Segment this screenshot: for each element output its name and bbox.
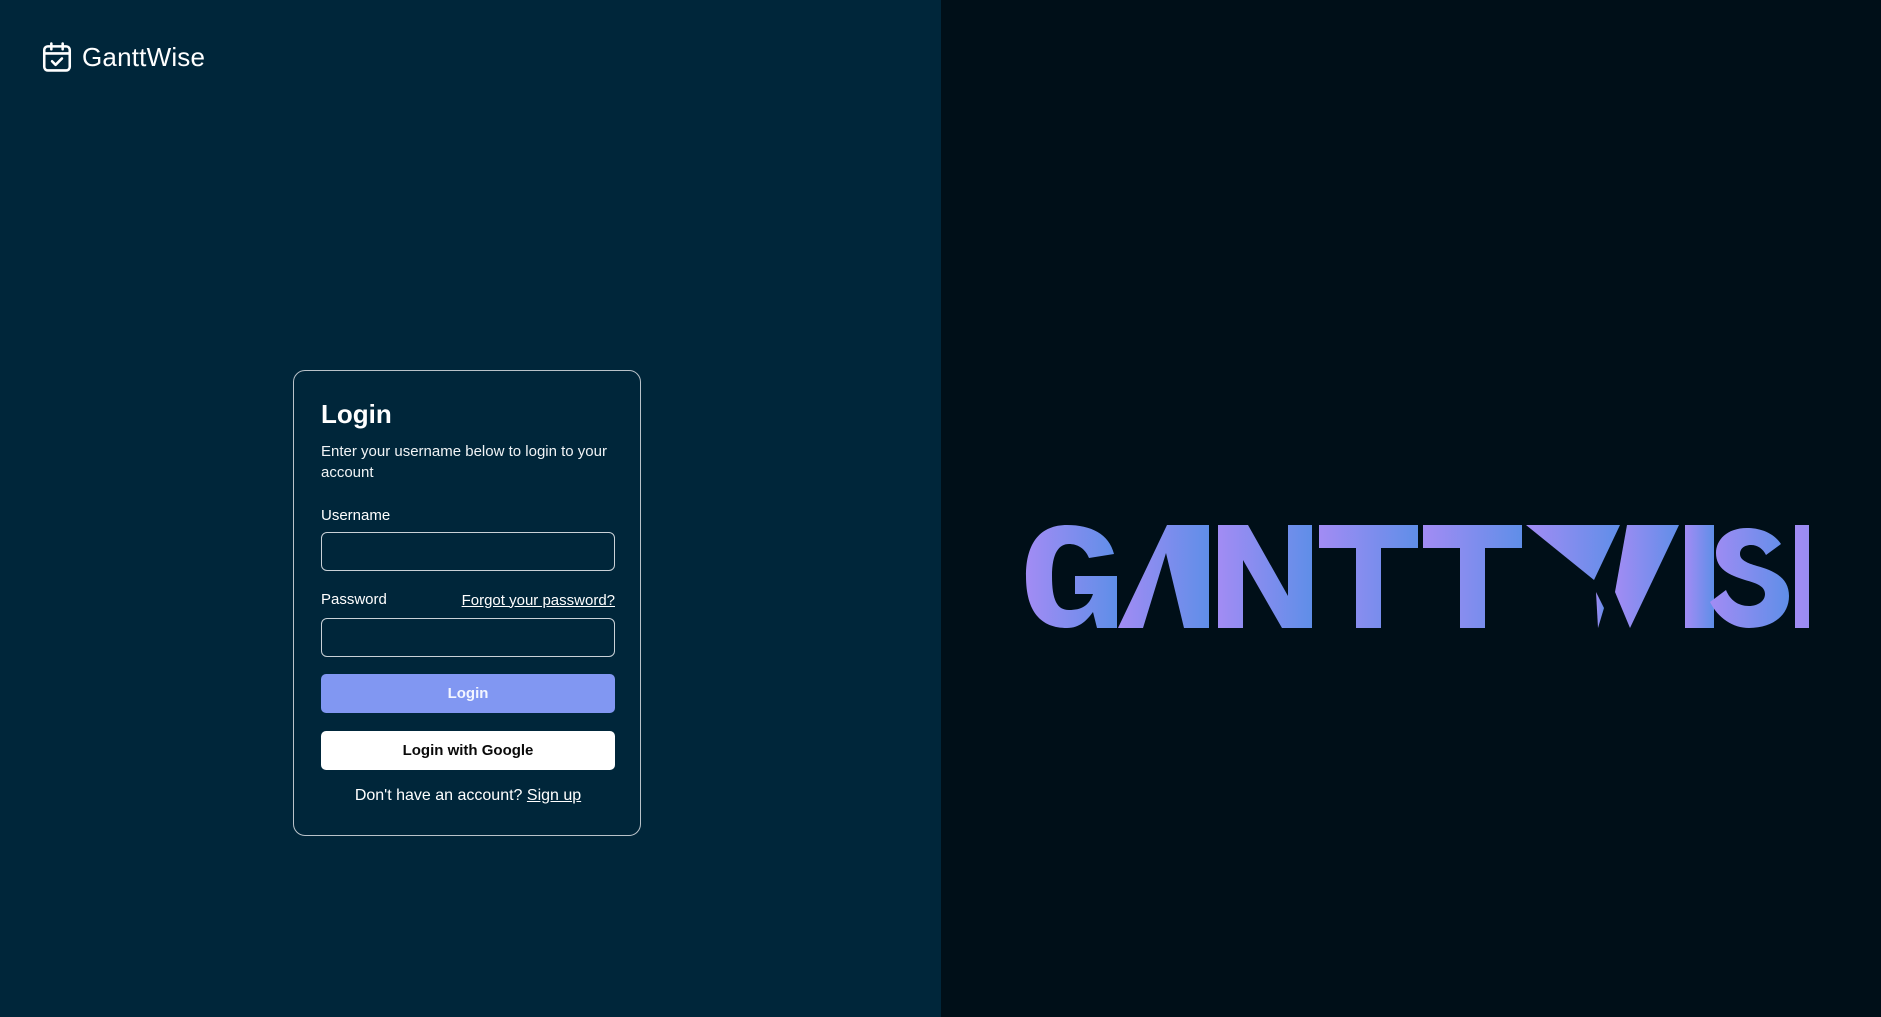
login-card: Login Enter your username below to login… bbox=[293, 370, 641, 836]
ganttwise-wordmark-logo bbox=[1026, 525, 1809, 628]
username-input[interactable] bbox=[321, 532, 615, 571]
calendar-check-icon bbox=[42, 42, 72, 72]
login-panel: GanttWise Login Enter your username belo… bbox=[0, 0, 941, 1017]
forgot-password-link[interactable]: Forgot your password? bbox=[462, 592, 615, 609]
login-button[interactable]: Login bbox=[321, 674, 615, 713]
signup-prompt: Don't have an account? bbox=[354, 787, 523, 804]
login-page: GanttWise Login Enter your username belo… bbox=[0, 0, 1881, 1017]
login-title: Login bbox=[321, 399, 392, 429]
login-with-google-button[interactable]: Login with Google bbox=[321, 731, 615, 770]
username-label: Username bbox=[321, 507, 391, 524]
password-row: Password Forgot your password? bbox=[321, 591, 615, 609]
login-subtitle: Enter your username below to login to yo… bbox=[321, 443, 607, 481]
hero-panel bbox=[941, 0, 1881, 1017]
brand-name: GanttWise bbox=[82, 41, 206, 72]
brand-link[interactable]: GanttWise bbox=[40, 40, 205, 74]
signup-link[interactable]: Sign up bbox=[527, 787, 581, 804]
password-label: Password bbox=[321, 591, 387, 608]
signup-row: Don't have an account? Sign up bbox=[321, 787, 615, 805]
password-input[interactable] bbox=[321, 618, 615, 657]
